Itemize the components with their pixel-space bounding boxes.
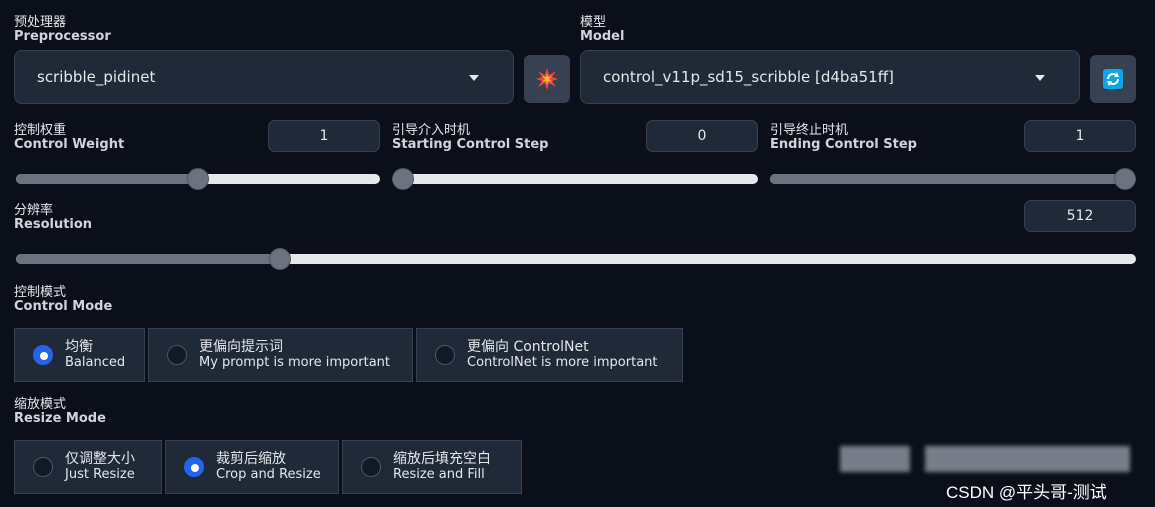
watermark-text: CSDN @平头哥-测试	[946, 483, 1107, 502]
starting-step-label-en: Starting Control Step	[392, 137, 549, 152]
starting-step-label-zh: 引导介入时机	[392, 123, 471, 138]
run-preprocessor-button[interactable]	[524, 55, 570, 103]
radio-indicator	[435, 345, 455, 365]
slider-thumb[interactable]	[268, 248, 291, 270]
slider-fill	[770, 174, 1125, 184]
control-weight-slider[interactable]	[16, 168, 380, 190]
control-mode-radio-group: 均衡 Balanced 更偏向提示词 My prompt is more imp…	[14, 328, 686, 382]
ending-step-label-en: Ending Control Step	[770, 137, 917, 152]
resolution-input[interactable]: 512	[1024, 200, 1136, 232]
radio-indicator	[33, 345, 53, 365]
control-mode-label: 控制模式 Control Mode	[14, 286, 112, 314]
resolution-label: 分辨率 Resolution	[14, 204, 92, 232]
refresh-icon	[1103, 69, 1123, 89]
radio-indicator	[33, 457, 53, 477]
preprocessor-dropdown[interactable]: scribble_pidinet	[14, 50, 514, 104]
radio-indicator	[167, 345, 187, 365]
control-mode-option-controlnet[interactable]: 更偏向 ControlNet ControlNet is more import…	[416, 328, 683, 382]
option-label-en: My prompt is more important	[199, 355, 391, 370]
option-label-zh: 缩放后填充空白	[393, 451, 491, 467]
explosion-icon	[536, 68, 558, 90]
resolution-label-en: Resolution	[14, 217, 93, 232]
resize-mode-label-en: Resize Mode	[14, 411, 106, 426]
ending-step-input[interactable]: 1	[1024, 120, 1136, 152]
resize-mode-label-zh: 缩放模式	[14, 397, 67, 412]
pixelated-overlay	[925, 446, 1130, 472]
resize-mode-radio-group: 仅调整大小 Just Resize 裁剪后缩放 Crop and Resize …	[14, 440, 525, 494]
preprocessor-value: scribble_pidinet	[37, 68, 156, 86]
option-label-en: ControlNet is more important	[467, 355, 658, 370]
preprocessor-label-en: Preprocessor	[14, 29, 111, 44]
control-weight-label-en: Control Weight	[14, 137, 125, 152]
starting-step-value: 0	[697, 128, 707, 144]
slider-fill	[16, 174, 198, 184]
ending-step-label: 引导终止时机 Ending Control Step	[770, 124, 917, 152]
preprocessor-label-zh: 预处理器	[14, 15, 67, 30]
starting-step-slider[interactable]	[392, 168, 758, 190]
preprocessor-label: 预处理器 Preprocessor	[14, 16, 111, 44]
ending-step-slider[interactable]	[770, 168, 1136, 190]
control-weight-label-zh: 控制权重	[14, 123, 67, 138]
option-label-zh: 更偏向提示词	[199, 339, 283, 355]
chevron-down-icon	[1035, 75, 1045, 81]
resolution-label-zh: 分辨率	[14, 203, 54, 218]
pixelated-overlay	[840, 446, 910, 472]
radio-indicator	[361, 457, 381, 477]
control-mode-label-en: Control Mode	[14, 299, 113, 314]
control-weight-label: 控制权重 Control Weight	[14, 124, 124, 152]
control-mode-option-prompt[interactable]: 更偏向提示词 My prompt is more important	[148, 328, 413, 382]
option-label-en: Crop and Resize	[216, 467, 321, 482]
resize-mode-option-crop-and-resize[interactable]: 裁剪后缩放 Crop and Resize	[165, 440, 339, 494]
starting-step-label: 引导介入时机 Starting Control Step	[392, 124, 548, 152]
control-weight-input[interactable]: 1	[268, 120, 380, 152]
model-label-zh: 模型	[580, 15, 607, 30]
option-label-en: Balanced	[65, 355, 126, 370]
refresh-models-button[interactable]	[1090, 55, 1136, 103]
model-dropdown[interactable]: control_v11p_sd15_scribble [d4ba51ff]	[580, 50, 1080, 104]
option-label-zh: 均衡	[65, 339, 93, 355]
ending-step-value: 1	[1075, 128, 1085, 144]
option-label-zh: 仅调整大小	[65, 451, 135, 467]
resize-mode-label: 缩放模式 Resize Mode	[14, 398, 106, 426]
ending-step-label-zh: 引导终止时机	[770, 123, 849, 138]
model-value: control_v11p_sd15_scribble [d4ba51ff]	[603, 68, 894, 86]
resolution-value: 512	[1066, 208, 1094, 224]
controlnet-panel: 预处理器 Preprocessor scribble_pidinet 模型 Mo…	[0, 0, 1155, 507]
chevron-down-icon	[469, 75, 479, 81]
option-label-en: Just Resize	[65, 467, 135, 482]
option-label-zh: 裁剪后缩放	[216, 451, 286, 467]
slider-thumb[interactable]	[392, 168, 414, 190]
model-label: 模型 Model	[580, 16, 624, 44]
control-mode-option-balanced[interactable]: 均衡 Balanced	[14, 328, 145, 382]
model-label-en: Model	[580, 29, 625, 44]
control-mode-label-zh: 控制模式	[14, 285, 67, 300]
resolution-slider[interactable]	[16, 248, 1136, 270]
starting-step-input[interactable]: 0	[646, 120, 758, 152]
slider-fill	[16, 254, 280, 264]
radio-indicator	[184, 457, 204, 477]
option-label-en: Resize and Fill	[393, 467, 485, 482]
resize-mode-option-just-resize[interactable]: 仅调整大小 Just Resize	[14, 440, 162, 494]
resize-mode-option-resize-and-fill[interactable]: 缩放后填充空白 Resize and Fill	[342, 440, 522, 494]
control-weight-value: 1	[319, 128, 329, 144]
option-label-zh: 更偏向 ControlNet	[467, 339, 589, 355]
slider-thumb[interactable]	[187, 168, 209, 190]
slider-thumb[interactable]	[1114, 168, 1136, 190]
